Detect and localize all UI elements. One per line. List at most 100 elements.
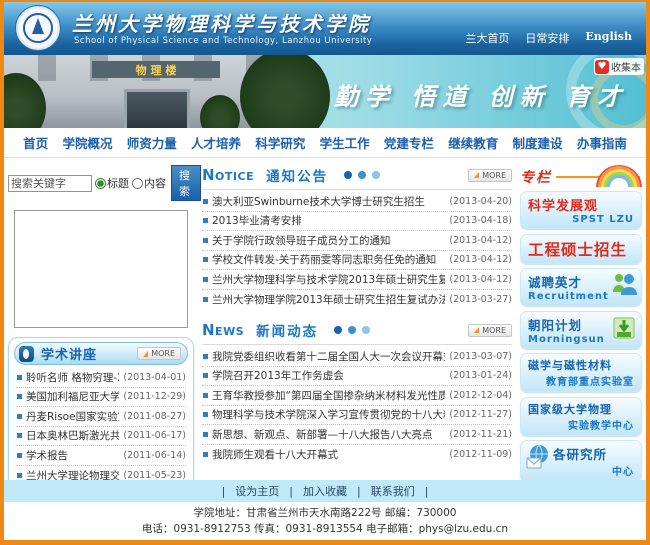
- banner-line2: SPST LZU: [528, 214, 634, 225]
- banner-morningsun[interactable]: 朝阳计划 Morningsun: [520, 311, 642, 349]
- banner-line2: 实验教学中心: [528, 417, 634, 432]
- banner-line2: 教育部重点实验室: [528, 373, 634, 388]
- nav-item-guide[interactable]: 办事指南: [577, 133, 627, 152]
- news-link[interactable]: 新思想、新观点、新部署—十八大报告八大亮点: [212, 427, 445, 442]
- banner-magnetics-lab[interactable]: 磁学与磁性材料 教育部重点实验室: [520, 353, 642, 392]
- more-label: MORE: [482, 326, 506, 335]
- notice-link[interactable]: 学校文件转发-关于药丽雯等同志职务任免的通知: [212, 252, 445, 267]
- radio-title-label: 标题: [107, 175, 129, 191]
- notice-label-en: Notice: [202, 166, 254, 184]
- bullet-icon: [203, 199, 208, 204]
- set-homepage-link[interactable]: 设为主页: [235, 483, 279, 499]
- dots-decoration: [344, 171, 380, 179]
- bullet-icon: [203, 297, 208, 302]
- nav-item-research[interactable]: 科学研究: [255, 133, 305, 152]
- bullet-icon: [17, 394, 22, 399]
- separator: |: [289, 485, 293, 498]
- bullet-icon: [203, 218, 208, 223]
- physics-building-photo: 物 理 楼: [4, 55, 309, 128]
- collect-badge[interactable]: ♥ 收集本: [594, 58, 644, 75]
- lecture-date: (2011-06-14): [123, 450, 186, 461]
- link-daily-schedule[interactable]: 日常安排: [525, 30, 569, 46]
- lectures-more-button[interactable]: MORE: [137, 347, 181, 360]
- more-label: MORE: [482, 171, 506, 180]
- news-link[interactable]: 我院师生观看十八大开幕式: [212, 447, 445, 462]
- building-sign: 物 理 楼: [92, 61, 220, 78]
- search-input[interactable]: [8, 175, 92, 192]
- list-item: 澳大利亚Swinburne技术大学博士研究生招生(2013-04-20): [202, 192, 512, 212]
- banner-physics-teaching-center[interactable]: 国家级大学物理 实验教学中心: [520, 397, 642, 436]
- list-item: 学院召开2013年工作务虚会 (2013-01-24): [202, 367, 512, 387]
- header-links: 兰大首页 日常安排 English: [465, 30, 632, 46]
- news-header: News 新闻动态 MORE: [202, 318, 512, 345]
- notice-link[interactable]: 澳大利亚Swinburne技术大学博士研究生招生: [212, 194, 445, 209]
- lecture-link[interactable]: 日本奥林巴斯激光共聚焦显: [26, 428, 119, 443]
- bullet-icon: [203, 277, 208, 282]
- nav-item-student-work[interactable]: 学生工作: [320, 133, 370, 152]
- university-seal-logo: [16, 6, 60, 50]
- notice-link[interactable]: 兰州大学物理学院2013年硕士研究生招生复试办法: [212, 292, 445, 307]
- site-subtitle: School of Physical Science and Technolog…: [74, 36, 372, 46]
- banner-line1: 各研究所: [553, 444, 634, 463]
- nav-item-regulations[interactable]: 制度建设: [513, 133, 563, 152]
- lecture-link[interactable]: 美国加利福尼亚大学庞霖博: [26, 389, 119, 404]
- lecture-link[interactable]: 学术报告: [26, 448, 119, 463]
- link-lzu-home[interactable]: 兰大首页: [465, 30, 509, 46]
- lecture-link[interactable]: 聆听名师 格物穷理-2013年: [26, 370, 119, 385]
- radio-content-label: 内容: [144, 175, 166, 191]
- nav-item-training[interactable]: 人才培养: [191, 133, 241, 152]
- news-link[interactable]: 学院召开2013年工作务虚会: [212, 368, 445, 383]
- bullet-icon: [17, 414, 22, 419]
- separator: |: [222, 485, 226, 498]
- nav-item-party[interactable]: 党建专栏: [384, 133, 434, 152]
- banner-scientific-outlook[interactable]: 科学发展观 SPST LZU: [520, 191, 642, 229]
- lecture-date: (2011-06-17): [123, 430, 186, 441]
- search-button[interactable]: 搜 索: [171, 165, 201, 201]
- news-more-button[interactable]: MORE: [468, 324, 512, 337]
- notice-date: (2013-04-12): [449, 254, 512, 265]
- radio-content[interactable]: [132, 178, 143, 189]
- search-scope-content[interactable]: 内容: [132, 175, 166, 191]
- more-triangle-icon: [143, 351, 148, 357]
- nav-item-home[interactable]: 首页: [23, 133, 48, 152]
- notice-list: 澳大利亚Swinburne技术大学博士研究生招生(2013-04-20) 201…: [202, 190, 512, 309]
- banner-research-institutes[interactable]: 各研究所 中心: [520, 440, 642, 482]
- separator: |: [425, 485, 429, 498]
- banner-recruitment[interactable]: 诚聘英才 Recruitment: [520, 268, 642, 306]
- notice-link[interactable]: 关于学院行政领导班子成员分工的通知: [212, 233, 445, 248]
- contact-us-link[interactable]: 联系我们: [371, 483, 415, 499]
- footer-links-bar: | 设为主页 | 加入收藏 | 联系我们 |: [4, 480, 646, 502]
- news-link[interactable]: 王育华教授参加“第四届全国掺杂纳米材料发光性质学术会议”并作邀请报: [212, 388, 445, 403]
- link-english[interactable]: English: [585, 30, 632, 46]
- list-item: 我院师生观看十八大开幕式(2012-11-09): [202, 445, 512, 465]
- footer-info: 学院地址：甘肃省兰州市天水南路222号 邮编：730000 电话：0931-89…: [4, 502, 646, 540]
- bullet-icon: [203, 452, 208, 457]
- radio-title[interactable]: [95, 178, 106, 189]
- banner-engineering-masters[interactable]: 工程硕士招生: [520, 234, 642, 264]
- bullet-icon: [203, 393, 208, 398]
- left-column: 标题 内容 搜 索 学术讲座 MORE 聆听名师 格物穷理-: [6, 163, 198, 478]
- collect-badge-label: 收集本: [611, 59, 641, 74]
- notice-date: (2013-04-18): [449, 215, 512, 226]
- main-nav: 首页 学院概况 师资力量 人才培养 科学研究 学生工作 党建专栏 继续教育 制度…: [4, 128, 646, 158]
- news-date: (2013-01-24): [449, 370, 512, 381]
- notice-link[interactable]: 2013毕业清考安排: [212, 213, 445, 228]
- dots-decoration: [334, 326, 370, 334]
- tree: [200, 95, 240, 128]
- nav-item-continuing-edu[interactable]: 继续教育: [448, 133, 498, 152]
- lecture-date: (2011-12-29): [123, 391, 186, 402]
- notice-link[interactable]: 兰州大学物理科学与技术学院2013年硕士研究生复试结果公示: [212, 272, 445, 287]
- news-link[interactable]: 物理科学与技术学院深入学习宣传贯彻党的十八大精神: [212, 407, 445, 422]
- notice-more-button[interactable]: MORE: [468, 169, 512, 182]
- list-item: 关于学院行政领导班子成员分工的通知(2013-04-12): [202, 231, 512, 251]
- nav-item-overview[interactable]: 学院概况: [62, 133, 112, 152]
- list-item: 聆听名师 格物穷理-2013年(2013-04-01): [16, 368, 186, 388]
- news-link[interactable]: 我院党委组织收看第十二届全国人大一次会议开幕式: [212, 349, 445, 364]
- nav-item-faculty[interactable]: 师资力量: [127, 133, 177, 152]
- lectures-list: 聆听名师 格物穷理-2013年(2013-04-01) 美国加利福尼亚大学庞霖博…: [14, 365, 188, 485]
- add-favorite-link[interactable]: 加入收藏: [303, 483, 347, 499]
- list-item: 新思想、新观点、新部署—十八大报告八大亮点(2012-11-21): [202, 425, 512, 445]
- lecture-link[interactable]: 丹麦Risoe国家实验室黄晓组: [26, 409, 119, 424]
- search-scope-title[interactable]: 标题: [95, 175, 129, 191]
- more-label: MORE: [151, 349, 175, 358]
